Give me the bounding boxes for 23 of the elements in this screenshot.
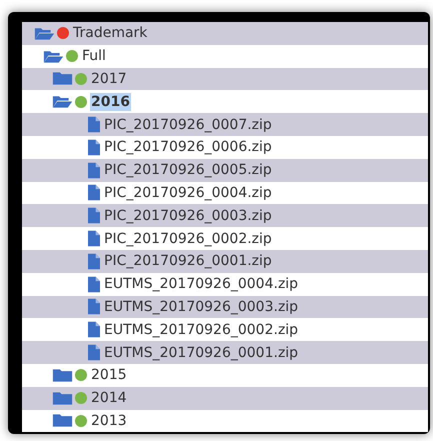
tree-item-label[interactable]: Full	[81, 47, 107, 66]
tree-item-label[interactable]: PIC_20170926_0006.zip	[103, 138, 273, 156]
file-icon	[88, 298, 100, 316]
file-icon	[88, 162, 100, 179]
file-icon	[88, 207, 100, 224]
tree-item-label[interactable]: EUTMS_20170926_0004.zip	[103, 275, 300, 294]
tree-item-label[interactable]: 2014	[90, 389, 128, 408]
file-icon	[88, 276, 100, 293]
tree-item-label[interactable]: 2016	[90, 92, 131, 111]
file-icon	[88, 184, 100, 202]
file-icon	[88, 138, 100, 156]
file-icon	[88, 344, 100, 362]
tree-item-label[interactable]: 2015	[90, 366, 128, 384]
tree-item-label[interactable]: Trademark	[72, 24, 148, 42]
tree-item-label[interactable]: 2017	[90, 70, 128, 88]
file-icon	[88, 252, 100, 270]
file-icon	[88, 116, 100, 134]
tree-item-label[interactable]: PIC_20170926_0002.zip	[103, 230, 273, 248]
file-icon	[88, 230, 100, 248]
file-icon	[88, 321, 100, 338]
tree-item-label[interactable]: 2013	[90, 412, 128, 430]
tree-item-label[interactable]: PIC_20170926_0004.zip	[103, 184, 273, 202]
tree-item-label[interactable]: EUTMS_20170926_0002.zip	[103, 320, 300, 339]
